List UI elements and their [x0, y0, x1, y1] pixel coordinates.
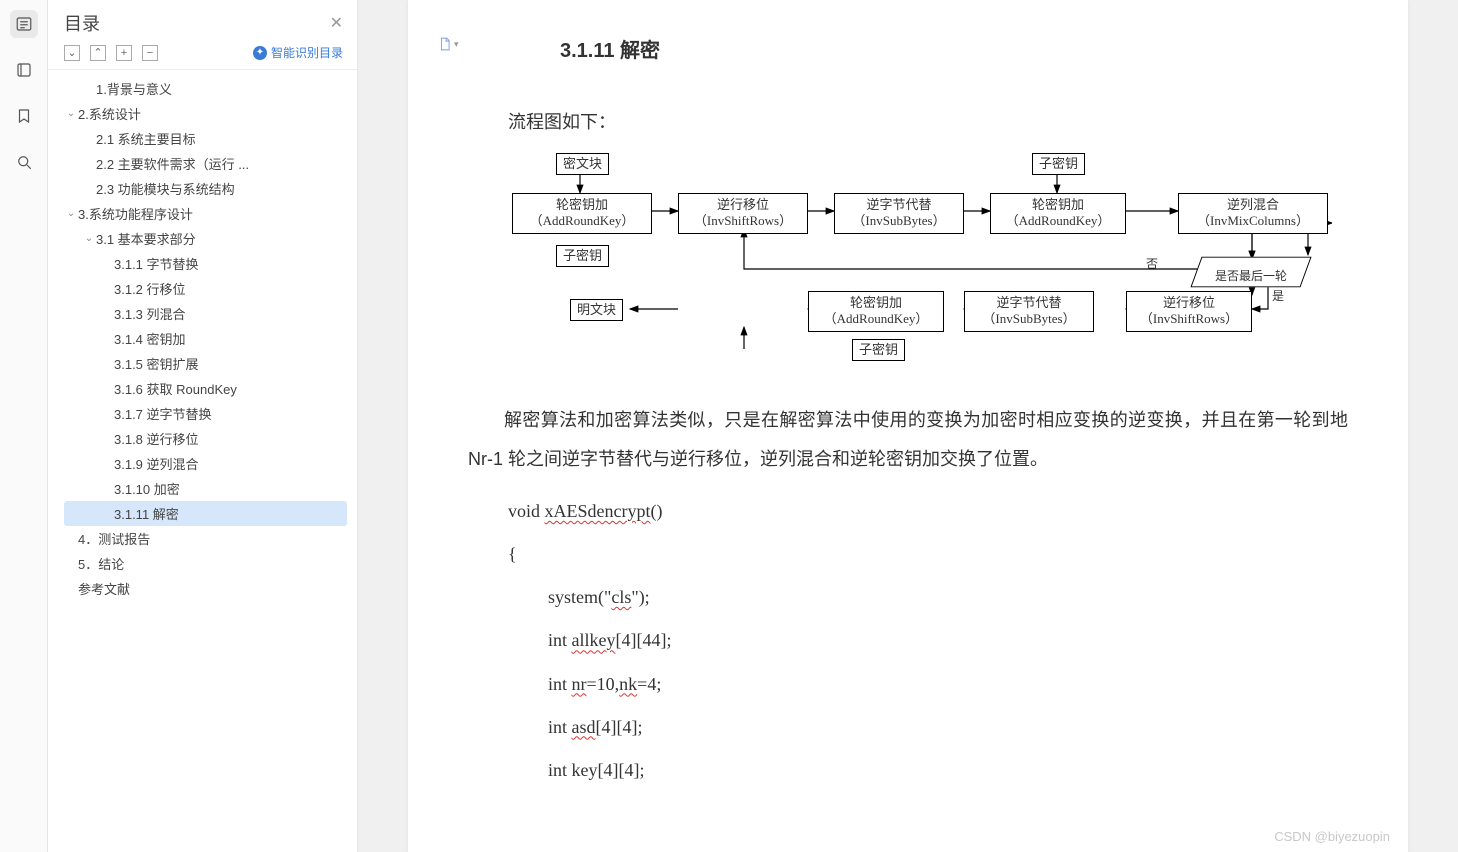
page: ▾ 3.1.11 解密 流程图如下： — [408, 0, 1408, 852]
toc-item[interactable]: 3.1.1 字节替换 — [64, 251, 347, 276]
collapse-all-button[interactable]: ⌃ — [90, 45, 106, 61]
toc-item-label: 3.1 基本要求部分 — [96, 229, 196, 248]
chevron-icon: ⌄ — [82, 233, 96, 244]
level-down-button[interactable]: − — [142, 45, 158, 61]
fc-invmixcolumns: 逆列混合 （InvMixColumns） — [1178, 193, 1328, 235]
toc-item-label: 5．结论 — [78, 554, 124, 573]
toc-item[interactable]: 5．结论 — [64, 551, 347, 576]
toc-panel: 目录 ✕ ⌄ ⌃ + − ✦ 智能识别目录 1.背景与意义⌄2.系统设计2.1 … — [48, 0, 358, 852]
smart-toc-icon: ✦ — [253, 46, 267, 60]
toc-item[interactable]: 1.背景与意义 — [64, 76, 347, 101]
code-line: int nr=10,nk=4; — [548, 663, 1348, 706]
toc-item-label: 2.系统设计 — [78, 104, 141, 123]
toc-icon[interactable] — [10, 10, 38, 38]
toc-item-label: 参考文献 — [78, 579, 130, 598]
fc-subkey-top: 子密钥 — [1032, 153, 1085, 176]
toc-item[interactable]: 2.1 系统主要目标 — [64, 126, 347, 151]
toc-item[interactable]: ⌄3.1 基本要求部分 — [64, 226, 347, 251]
toc-item[interactable]: ⌄2.系统设计 — [64, 101, 347, 126]
paragraph-text: 解密算法和加密算法类似，只是在解密算法中使用的变换为加密时相应变换的逆变换，并且… — [468, 401, 1348, 480]
code-line: { — [508, 533, 1348, 576]
toc-item-label: 3.1.6 获取 RoundKey — [114, 379, 237, 398]
fc-addroundkey-3: 轮密钥加 （AddRoundKey） — [808, 291, 944, 333]
code-line: int asd[4][4]; — [548, 706, 1348, 749]
expand-all-button[interactable]: ⌄ — [64, 45, 80, 61]
flowchart: 密文块 子密钥 轮密钥加 （AddRoundKey） 逆行移位 （InvShif… — [512, 151, 1332, 381]
page-mode-icon[interactable]: ▾ — [438, 36, 459, 52]
chevron-down-icon: ▾ — [454, 39, 459, 50]
fc-subkey-bottom: 子密钥 — [852, 339, 905, 362]
document-body: 流程图如下： — [468, 103, 1348, 792]
toc-item[interactable]: 2.3 功能模块与系统结构 — [64, 176, 347, 201]
toc-item[interactable]: 参考文献 — [64, 576, 347, 601]
toc-item[interactable]: 4．测试报告 — [64, 526, 347, 551]
toc-item[interactable]: 3.1.10 加密 — [64, 476, 347, 501]
toc-item[interactable]: 3.1.11 解密 — [64, 501, 347, 526]
fc-subkey-left: 子密钥 — [556, 245, 609, 268]
toc-item-label: 3.1.3 列混合 — [114, 304, 186, 323]
close-icon[interactable]: ✕ — [330, 13, 343, 33]
intro-text: 流程图如下： — [508, 103, 1348, 143]
toc-item[interactable]: 3.1.9 逆列混合 — [64, 451, 347, 476]
fc-addroundkey-1: 轮密钥加 （AddRoundKey） — [512, 193, 652, 235]
smart-toc-label: 智能识别目录 — [271, 44, 343, 61]
fc-no-label: 否 — [1146, 251, 1158, 277]
fc-invshiftrows-2: 逆行移位 （InvShiftRows） — [1126, 291, 1252, 333]
toc-item-label: 2.2 主要软件需求（运行 ... — [96, 154, 249, 173]
toc-item[interactable]: 3.1.7 逆字节替换 — [64, 401, 347, 426]
toc-item-label: 3.1.7 逆字节替换 — [114, 404, 212, 423]
toc-item-label: 2.1 系统主要目标 — [96, 129, 196, 148]
toc-item-label: 3.1.10 加密 — [114, 479, 180, 498]
toc-toolbar: ⌄ ⌃ + − ✦ 智能识别目录 — [48, 40, 357, 70]
fc-yes-label: 是 — [1272, 283, 1284, 309]
level-up-button[interactable]: + — [116, 45, 132, 61]
fc-invsubbytes-2: 逆字节代替 （InvSubBytes） — [964, 291, 1094, 333]
toc-header: 目录 ✕ — [48, 0, 357, 40]
toc-item[interactable]: 3.1.3 列混合 — [64, 301, 347, 326]
toc-item[interactable]: 2.2 主要软件需求（运行 ... — [64, 151, 347, 176]
toc-item-label: 1.背景与意义 — [96, 79, 172, 98]
toc-item-label: 3.1.1 字节替换 — [114, 254, 199, 273]
toc-item[interactable]: ⌄3.系统功能程序设计 — [64, 201, 347, 226]
fc-invsubbytes-1: 逆字节代替 （InvSubBytes） — [834, 193, 964, 235]
fc-cipher-block: 密文块 — [556, 153, 609, 176]
toc-item-label: 3.1.5 密钥扩展 — [114, 354, 199, 373]
fc-plain-block: 明文块 — [570, 299, 623, 322]
fc-decision: 是否最后一轮 — [1196, 255, 1306, 289]
code-line: void xAESdencrypt() — [508, 490, 1348, 533]
toc-item[interactable]: 3.1.5 密钥扩展 — [64, 351, 347, 376]
fc-invshiftrows-1: 逆行移位 （InvShiftRows） — [678, 193, 808, 235]
section-heading: 3.1.11 解密 — [560, 34, 1348, 63]
toc-item-label: 3.1.8 逆行移位 — [114, 429, 199, 448]
toc-item-label: 3.系统功能程序设计 — [78, 204, 193, 223]
fc-addroundkey-2: 轮密钥加 （AddRoundKey） — [990, 193, 1126, 235]
toc-item-label: 2.3 功能模块与系统结构 — [96, 179, 235, 198]
toc-item-label: 4．测试报告 — [78, 529, 150, 548]
chevron-icon: ⌄ — [64, 208, 78, 219]
bookmark-icon[interactable] — [10, 102, 38, 130]
toc-tree: 1.背景与意义⌄2.系统设计2.1 系统主要目标2.2 主要软件需求（运行 ..… — [48, 70, 357, 852]
tag-icon[interactable] — [10, 56, 38, 84]
icon-rail — [0, 0, 48, 852]
search-icon[interactable] — [10, 148, 38, 176]
document-area[interactable]: ▾ 3.1.11 解密 流程图如下： — [358, 0, 1458, 852]
code-line: int key[4][4]; — [548, 749, 1348, 792]
watermark: CSDN @biyezuopin — [1274, 829, 1390, 844]
code-line: int allkey[4][44]; — [548, 619, 1348, 662]
toc-item-label: 3.1.4 密钥加 — [114, 329, 186, 348]
smart-toc-button[interactable]: ✦ 智能识别目录 — [253, 44, 343, 61]
toc-item[interactable]: 3.1.4 密钥加 — [64, 326, 347, 351]
toc-item[interactable]: 3.1.6 获取 RoundKey — [64, 376, 347, 401]
toc-item-label: 3.1.2 行移位 — [114, 279, 186, 298]
toc-title: 目录 — [64, 10, 100, 36]
toc-item-label: 3.1.9 逆列混合 — [114, 454, 199, 473]
chevron-icon: ⌄ — [64, 108, 78, 119]
toc-item[interactable]: 3.1.8 逆行移位 — [64, 426, 347, 451]
toc-item-label: 3.1.11 解密 — [114, 504, 179, 523]
code-block: void xAESdencrypt(){system("cls");int al… — [468, 490, 1348, 792]
code-line: system("cls"); — [548, 576, 1348, 619]
toc-item[interactable]: 3.1.2 行移位 — [64, 276, 347, 301]
